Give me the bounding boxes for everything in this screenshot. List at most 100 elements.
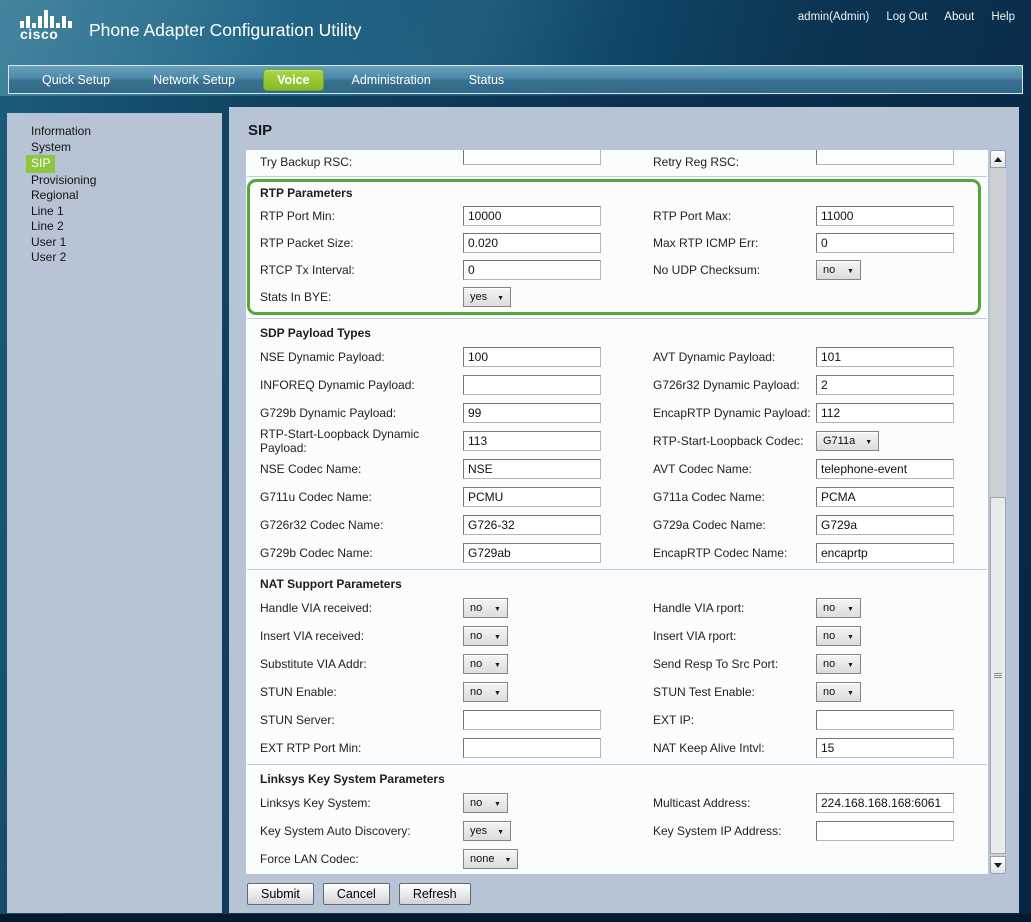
field-label: Multicast Address: [653,796,816,810]
select-send-resp-to-src-port[interactable]: no [816,654,861,674]
input-rtp-start-loopback-dynamic-payload[interactable] [463,431,601,451]
field-label: Linksys Key System: [260,796,463,810]
input-rtp-packet-size[interactable] [463,233,601,253]
sidebar-item-label: System [31,140,71,156]
scroll-grip-icon [994,675,1002,676]
dropdown-caret-icon [497,825,504,837]
tab-voice[interactable]: Voice [263,69,323,91]
cancel-button[interactable]: Cancel [323,883,390,905]
tab-administration[interactable]: Administration [352,73,431,87]
input-g729b-dynamic-payload[interactable] [463,403,601,423]
sidebar-item-sip[interactable]: SIP [31,155,222,173]
sidebar-item-user-2[interactable]: User 2 [31,250,222,266]
tab-network-setup[interactable]: Network Setup [153,73,235,87]
scroll-thumb[interactable] [990,497,1006,854]
input-stun-server[interactable] [463,710,601,730]
brand-text: cisco [20,29,80,39]
field-label: Substitute VIA Addr: [260,657,463,671]
input-rtp-port-max[interactable] [816,206,954,226]
select-value: no [470,797,484,809]
input-multicast-address[interactable] [816,793,954,813]
submit-button[interactable]: Submit [247,883,314,905]
select-handle-via-rport[interactable]: no [816,598,861,618]
select-substitute-via-addr[interactable]: no [463,654,508,674]
input-rtcp-tx-interval[interactable] [463,260,601,280]
sidebar-item-regional[interactable]: Regional [31,188,222,204]
page: cisco Phone Adapter Configuration Utilit… [0,0,1031,922]
sidebar-item-provisioning[interactable]: Provisioning [31,173,222,189]
input-retry-reg-rsc[interactable] [816,150,954,165]
sidebar-item-line-1[interactable]: Line 1 [31,204,222,220]
select-insert-via-received[interactable]: no [463,626,508,646]
input-nat-keep-alive-intvl[interactable] [816,738,954,758]
input-avt-dynamic-payload[interactable] [816,347,954,367]
field-cell: no [463,654,653,674]
sidebar-item-line-2[interactable]: Line 2 [31,219,222,235]
select-value: yes [470,291,487,303]
select-value: no [470,630,484,642]
field-label: NSE Codec Name: [260,462,463,476]
select-linksys-key-system[interactable]: no [463,793,508,813]
input-inforeq-dynamic-payload[interactable] [463,375,601,395]
scroll-up-button[interactable] [990,150,1006,168]
field-cell [816,487,988,507]
input-encaprtp-codec-name[interactable] [816,543,954,563]
header-link-log-out[interactable]: Log Out [886,11,927,23]
input-g726r32-codec-name[interactable] [463,515,601,535]
header-link-help[interactable]: Help [991,11,1015,23]
form-row: NSE Dynamic Payload:AVT Dynamic Payload: [246,343,988,371]
input-nse-dynamic-payload[interactable] [463,347,601,367]
input-g729a-codec-name[interactable] [816,515,954,535]
select-no-udp-checksum[interactable]: no [816,260,861,280]
sidebar-item-information[interactable]: Information [31,124,222,140]
form-row: Try Backup RSC:Retry Reg RSC: [246,150,988,174]
refresh-button[interactable]: Refresh [399,883,471,905]
select-value: none [470,853,494,865]
dropdown-caret-icon [504,853,511,865]
input-ext-ip[interactable] [816,710,954,730]
input-g711u-codec-name[interactable] [463,487,601,507]
field-label: No UDP Checksum: [653,263,816,277]
input-nse-codec-name[interactable] [463,459,601,479]
form-row: RTCP Tx Interval:No UDP Checksum:no [250,256,978,283]
input-key-system-ip-address[interactable] [816,821,954,841]
form-row: G729b Dynamic Payload:EncapRTP Dynamic P… [246,399,988,427]
form-row: Handle VIA received:noHandle VIA rport:n… [246,594,988,622]
select-handle-via-received[interactable]: no [463,598,508,618]
sidebar-item-user-1[interactable]: User 1 [31,235,222,251]
input-encaprtp-dynamic-payload[interactable] [816,403,954,423]
select-stun-enable[interactable]: no [463,682,508,702]
field-label: Try Backup RSC: [260,155,463,169]
input-rtp-port-min[interactable] [463,206,601,226]
input-ext-rtp-port-min[interactable] [463,738,601,758]
scroll-down-button[interactable] [990,856,1006,874]
input-g726r32-dynamic-payload[interactable] [816,375,954,395]
select-force-lan-codec[interactable]: none [463,849,518,869]
select-insert-via-rport[interactable]: no [816,626,861,646]
section-separator [247,176,987,177]
input-try-backup-rsc[interactable] [463,150,601,165]
tab-status[interactable]: Status [469,73,504,87]
header-link-about[interactable]: About [944,11,974,23]
field-label: STUN Test Enable: [653,685,816,699]
scroll-track[interactable] [990,168,1006,856]
user-label: admin(Admin) [798,11,870,23]
header-links: admin(Admin) Log Out About Help [798,11,1015,23]
select-value: G711a [823,435,855,447]
input-max-rtp-icmp-err[interactable] [816,233,954,253]
input-avt-codec-name[interactable] [816,459,954,479]
form-footer: Submit Cancel Refresh [247,883,480,905]
field-cell [816,515,988,535]
input-g729b-codec-name[interactable] [463,543,601,563]
select-rtp-start-loopback-codec[interactable]: G711a [816,431,879,451]
input-g711a-codec-name[interactable] [816,487,954,507]
form-row: INFOREQ Dynamic Payload:G726r32 Dynamic … [246,371,988,399]
sidebar-item-system[interactable]: System [31,140,222,156]
select-stats-in-bye[interactable]: yes [463,287,511,307]
field-cell [816,459,988,479]
select-stun-test-enable[interactable]: no [816,682,861,702]
select-key-system-auto-discovery[interactable]: yes [463,821,511,841]
sidebar-item-label: Regional [31,188,78,204]
tab-quick-setup[interactable]: Quick Setup [42,73,110,87]
select-value: yes [470,825,487,837]
